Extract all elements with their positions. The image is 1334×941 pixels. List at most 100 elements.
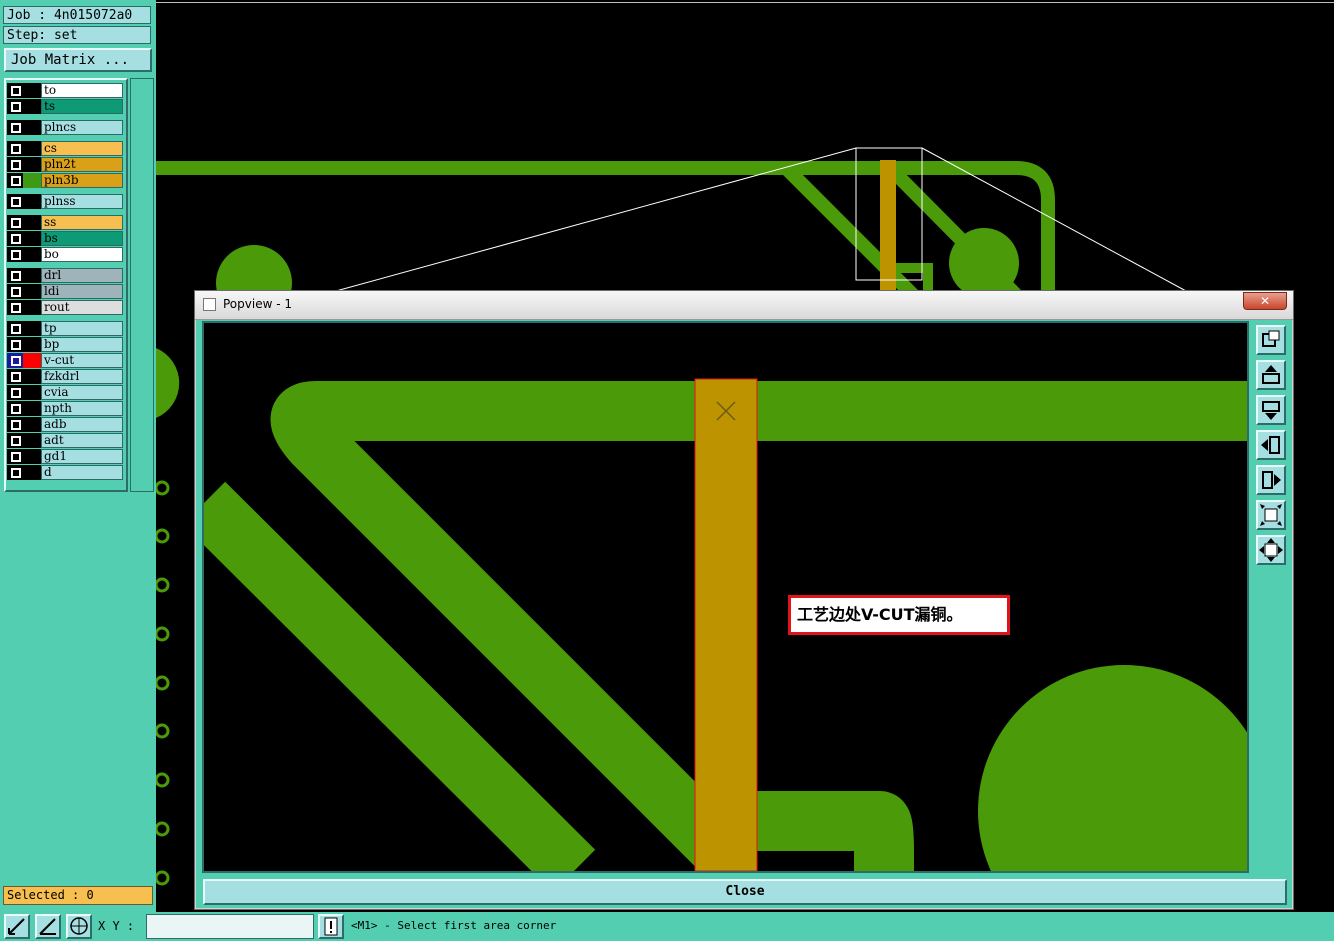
layer-name[interactable]: rout: [41, 300, 123, 315]
layer-row-tp[interactable]: tp: [6, 321, 124, 336]
layer-checkbox[interactable]: [7, 385, 23, 400]
layer-checkbox[interactable]: [7, 83, 23, 98]
layer-row-plncs[interactable]: plncs: [6, 120, 124, 135]
layer-checkbox[interactable]: [7, 353, 23, 368]
layer-color-swatch: [23, 401, 41, 416]
layer-row-cs[interactable]: cs: [6, 141, 124, 156]
layer-name[interactable]: plnss: [41, 194, 123, 209]
layer-color-swatch: [23, 465, 41, 480]
layer-checkbox[interactable]: [7, 321, 23, 336]
layer-checkbox[interactable]: [7, 120, 23, 135]
layer-checkbox[interactable]: [7, 337, 23, 352]
layer-color-swatch: [23, 433, 41, 448]
layer-color-swatch: [23, 99, 41, 114]
layer-name[interactable]: ss: [41, 215, 123, 230]
layer-row-adt[interactable]: adt: [6, 433, 124, 448]
layer-checkbox[interactable]: [7, 173, 23, 188]
layer-row-rout[interactable]: rout: [6, 300, 124, 315]
layer-checkbox[interactable]: [7, 465, 23, 480]
layer-row-npth[interactable]: npth: [6, 401, 124, 416]
pan-right-icon[interactable]: [1256, 465, 1286, 495]
layer-checkbox[interactable]: [7, 433, 23, 448]
xy-input[interactable]: [146, 914, 314, 939]
layer-name[interactable]: bs: [41, 231, 123, 246]
layer-name[interactable]: bo: [41, 247, 123, 262]
layer-checkbox[interactable]: [7, 194, 23, 209]
layer-name[interactable]: plncs: [41, 120, 123, 135]
pan-down-icon[interactable]: [1256, 395, 1286, 425]
job-matrix-button[interactable]: Job Matrix ...: [4, 48, 152, 72]
layer-row-pln3b[interactable]: pln3b: [6, 173, 124, 188]
zoom-home-icon[interactable]: [1256, 535, 1286, 565]
layer-checkbox[interactable]: [7, 247, 23, 262]
layer-row-to[interactable]: to: [6, 83, 124, 98]
layer-row-pln2t[interactable]: pln2t: [6, 157, 124, 172]
layer-name[interactable]: ldi: [41, 284, 123, 299]
pan-up-icon[interactable]: [1256, 360, 1286, 390]
layer-name[interactable]: fzkdrl: [41, 369, 123, 384]
layer-checkbox[interactable]: [7, 215, 23, 230]
layer-checkbox[interactable]: [7, 369, 23, 384]
layer-row-fzkdrl[interactable]: fzkdrl: [6, 369, 124, 384]
layer-name[interactable]: bp: [41, 337, 123, 352]
layer-checkbox[interactable]: [7, 268, 23, 283]
layer-list-scrollbar[interactable]: [130, 78, 154, 492]
layer-name[interactable]: pln2t: [41, 157, 123, 172]
layer-checkbox[interactable]: [7, 284, 23, 299]
popview-toolbar: [1253, 321, 1289, 873]
close-button[interactable]: Close: [203, 879, 1287, 905]
layer-color-swatch: [23, 247, 41, 262]
layer-color-swatch: [23, 449, 41, 464]
layer-row-adb[interactable]: adb: [6, 417, 124, 432]
pan-left-icon[interactable]: [1256, 430, 1286, 460]
layer-name[interactable]: pln3b: [41, 173, 123, 188]
window-icon: [203, 298, 216, 311]
alert-icon[interactable]: [318, 914, 344, 939]
layer-name[interactable]: d: [41, 465, 123, 480]
layer-color-swatch: [23, 385, 41, 400]
layer-row-bs[interactable]: bs: [6, 231, 124, 246]
layer-row-ts[interactable]: ts: [6, 99, 124, 114]
layer-name[interactable]: tp: [41, 321, 123, 336]
zoom-out-icon[interactable]: [1256, 500, 1286, 530]
layer-row-v-cut[interactable]: v-cut: [6, 353, 124, 368]
layer-name[interactable]: adt: [41, 433, 123, 448]
layer-name[interactable]: v-cut: [41, 353, 123, 368]
popview-canvas[interactable]: 工艺边处V-CUT漏铜。: [182, 321, 1270, 941]
layer-name[interactable]: adb: [41, 417, 123, 432]
layer-row-drl[interactable]: drl: [6, 268, 124, 283]
layer-checkbox[interactable]: [7, 449, 23, 464]
grid-icon[interactable]: [66, 914, 92, 939]
layer-checkbox[interactable]: [7, 141, 23, 156]
layer-checkbox[interactable]: [7, 99, 23, 114]
layer-row-ss[interactable]: ss: [6, 215, 124, 230]
layer-color-swatch: [23, 268, 41, 283]
layer-name[interactable]: to: [41, 83, 123, 98]
layer-checkbox[interactable]: [7, 300, 23, 315]
layer-row-plnss[interactable]: plnss: [6, 194, 124, 209]
layer-name[interactable]: drl: [41, 268, 123, 283]
layer-name[interactable]: gd1: [41, 449, 123, 464]
layer-checkbox[interactable]: [7, 417, 23, 432]
snap-icon[interactable]: [35, 914, 61, 939]
zoom-window-icon[interactable]: [1256, 325, 1286, 355]
layer-name[interactable]: npth: [41, 401, 123, 416]
layer-row-bo[interactable]: bo: [6, 247, 124, 262]
window-close-button[interactable]: ✕: [1243, 292, 1287, 310]
edge-pads: [154, 480, 170, 886]
layer-name[interactable]: cvia: [41, 385, 123, 400]
layer-row-bp[interactable]: bp: [6, 337, 124, 352]
measure-icon[interactable]: [4, 914, 30, 939]
layer-checkbox[interactable]: [7, 231, 23, 246]
layer-row-ldi[interactable]: ldi: [6, 284, 124, 299]
layer-checkbox[interactable]: [7, 401, 23, 416]
layer-name[interactable]: cs: [41, 141, 123, 156]
layer-row-cvia[interactable]: cvia: [6, 385, 124, 400]
layer-name[interactable]: ts: [41, 99, 123, 114]
layer-checkbox[interactable]: [7, 157, 23, 172]
job-name: Job : 4n015072a0: [3, 6, 151, 24]
popview-titlebar[interactable]: Popview - 1 ✕: [195, 291, 1293, 320]
defect-annotation: 工艺边处V-CUT漏铜。: [788, 595, 1010, 635]
layer-row-gd1[interactable]: gd1: [6, 449, 124, 464]
layer-row-d[interactable]: d: [6, 465, 124, 480]
